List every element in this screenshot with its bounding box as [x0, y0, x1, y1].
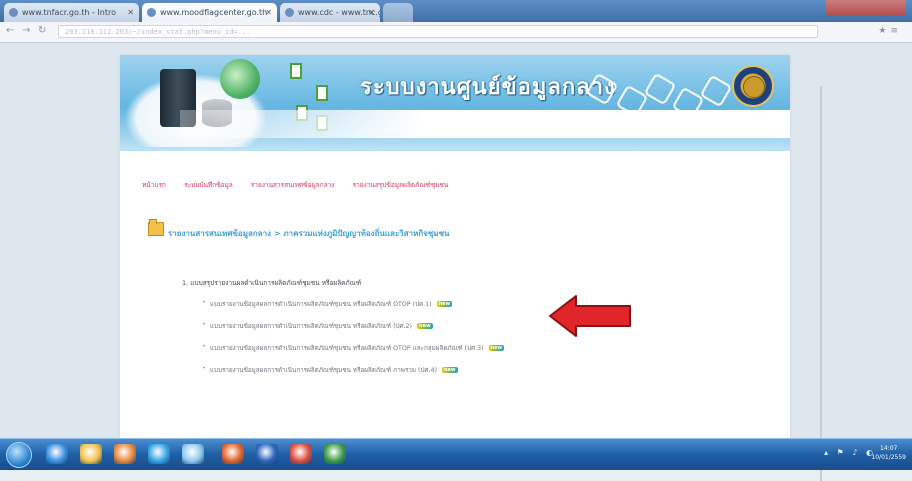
report-link-label[interactable]: แบบรายงานข้อมูลผลการดำเนินการผลิตภัณฑ์ชุ… [210, 345, 484, 352]
browser-tab-strip: www.tnfacr.go.th - Intro ✕ www.moodflagc… [0, 0, 912, 22]
folder-icon [148, 219, 164, 236]
taskbar-clock[interactable]: 14:07 10/01/2559 [871, 444, 906, 462]
window-controls[interactable] [826, 0, 906, 16]
main-menu: หน้าแรก ระบบบันทึกข้อมูล รายงานสารสนเทศข… [142, 180, 464, 190]
new-badge-icon: new [488, 345, 505, 351]
chrome-icon[interactable] [290, 444, 312, 464]
forward-arrow-icon[interactable]: → [22, 25, 30, 36]
globe-graphic-icon [220, 59, 260, 99]
word-icon[interactable] [256, 444, 278, 464]
menu-item-central-report[interactable]: รายงานสารสนเทศข้อมูลกลาง [251, 181, 335, 189]
left-arrow-annotation-icon [549, 295, 631, 337]
banner-strip [180, 110, 790, 138]
site-title: ระบบงานศูนย์ข้อมูลกลาง [360, 74, 616, 100]
browser-toolbar: ← → ↻ 203.118.112.203/~/index_stat.php?m… [0, 22, 912, 43]
firefox-icon[interactable] [222, 444, 244, 464]
tab-label: www.moodflagcenter.go.th [160, 8, 268, 17]
new-badge-icon: new [441, 367, 458, 373]
excel-icon[interactable] [324, 444, 346, 464]
browser-tab[interactable]: www.cdc - www.tnc.go.th ✕ [280, 3, 380, 22]
favicon-icon [147, 8, 156, 17]
clock-date: 10/01/2559 [871, 454, 906, 461]
report-link[interactable]: แบบรายงานข้อมูลผลการดำเนินการผลิตภัณฑ์ชุ… [202, 365, 504, 387]
report-link[interactable]: แบบรายงานข้อมูลผลการดำเนินการผลิตภัณฑ์ชุ… [202, 343, 505, 365]
windows-taskbar: ▴ ⚑ ♪ ◐ 14:07 10/01/2559 [0, 438, 912, 470]
report-link-label[interactable]: แบบรายงานข้อมูลผลการดำเนินการผลิตภัณฑ์ชุ… [210, 323, 412, 330]
media-icon[interactable] [114, 444, 136, 464]
new-badge-icon: new [436, 301, 453, 307]
tab-label: www.tnfacr.go.th - Intro [22, 8, 116, 17]
page-viewport: ระบบงานศูนย์ข้อมูลกลาง หน้าแรก ระบบบันทึ… [0, 43, 912, 481]
explorer-icon[interactable] [80, 444, 102, 464]
section-title: รายงานสารสนเทศข้อมูลกลาง > ภาครวมแห่งภูม… [168, 229, 450, 238]
hexagon-decoration [643, 72, 677, 106]
site-banner: ระบบงานศูนย์ข้อมูลกลาง [120, 55, 790, 151]
app-icon[interactable] [182, 444, 204, 464]
system-tray-icons[interactable]: ▴ ⚑ ♪ ◐ [824, 448, 876, 457]
close-icon[interactable]: ✕ [265, 3, 272, 22]
close-icon[interactable]: ✕ [368, 3, 375, 22]
browser-tab-active[interactable]: www.moodflagcenter.go.th ✕ [142, 3, 277, 22]
ie-icon[interactable] [46, 444, 68, 464]
menu-item-data-entry[interactable]: ระบบบันทึกข้อมูล [184, 181, 233, 189]
report-link[interactable]: แบบรายงานข้อมูลผลการดำเนินการผลิตภัณฑ์ชุ… [202, 299, 504, 321]
back-arrow-icon[interactable]: ← [6, 25, 14, 36]
page-border-line [820, 86, 822, 481]
report-list: แบบรายงานข้อมูลผลการดำเนินการผลิตภัณฑ์ชุ… [202, 299, 505, 387]
report-link-label[interactable]: แบบรายงานข้อมูลผลการดำเนินการผลิตภัณฑ์ชุ… [210, 367, 437, 374]
web-page: ระบบงานศูนย์ข้อมูลกลาง หน้าแรก ระบบบันทึ… [120, 55, 790, 438]
skype-icon[interactable] [148, 444, 170, 464]
reload-icon[interactable]: ↻ [38, 25, 46, 36]
report-link[interactable]: แบบรายงานข้อมูลผลการดำเนินการผลิตภัณฑ์ชุ… [202, 321, 504, 343]
menu-item-product-summary[interactable]: รายงานสรุปข้อมูลผลิตภัณฑ์ชุมชน [353, 181, 449, 189]
hexagon-decoration [699, 74, 733, 108]
favicon-icon [9, 8, 18, 17]
address-bar[interactable]: 203.118.112.203/~/index_stat.php?menu_id… [58, 25, 818, 38]
government-seal-logo [732, 65, 774, 107]
report-group-heading: 1. แบบสรุปรายงานผลดำเนินการผลิตภัณฑ์ชุมช… [182, 279, 362, 287]
browser-tab[interactable]: www.tnfacr.go.th - Intro ✕ [4, 3, 139, 22]
report-link-label[interactable]: แบบรายงานข้อมูลผลการดำเนินการผลิตภัณฑ์ชุ… [210, 301, 432, 308]
start-button-icon[interactable] [6, 442, 32, 468]
arrow-shape [549, 295, 631, 337]
close-icon[interactable]: ✕ [127, 3, 134, 22]
browser-menu-icons[interactable]: ★≡ [878, 26, 902, 36]
new-badge-icon: new [417, 323, 433, 329]
menu-item-home[interactable]: หน้าแรก [142, 181, 166, 189]
favicon-icon [285, 8, 294, 17]
clock-time: 14:07 [880, 445, 898, 452]
document-cube-icon [290, 63, 302, 79]
new-tab-button[interactable] [383, 3, 413, 22]
document-cube-icon [316, 85, 328, 101]
